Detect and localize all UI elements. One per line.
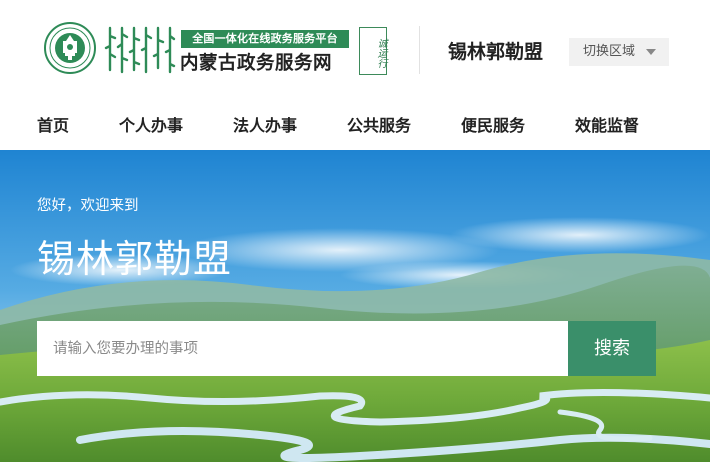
integrity-seal: 诚运行 (359, 27, 387, 75)
hero-banner: 您好，欢迎来到 锡林郭勒盟 搜索 (0, 150, 710, 462)
switch-region-button[interactable]: 切换区域 (569, 38, 669, 66)
header-divider (419, 26, 420, 74)
platform-tagline: 全国一体化在线政务服务平台 (181, 30, 349, 48)
nav-item-personal-affairs[interactable]: 个人办事 (119, 100, 183, 150)
emblem-icon[interactable] (44, 22, 96, 74)
nav-item-supervision[interactable]: 效能监督 (575, 100, 639, 150)
switch-region-label: 切换区域 (583, 44, 636, 59)
nav-item-home[interactable]: 首页 (37, 100, 69, 150)
search-button[interactable]: 搜索 (568, 321, 656, 376)
site-name[interactable]: 内蒙古政务服务网 (180, 52, 355, 76)
main-nav: 首页 个人办事 法人办事 公共服务 便民服务 效能监督 (0, 100, 710, 150)
search-input[interactable] (37, 321, 568, 376)
nav-item-legal-affairs[interactable]: 法人办事 (233, 100, 297, 150)
nav-item-convenience[interactable]: 便民服务 (461, 100, 525, 150)
nav-item-public-services[interactable]: 公共服务 (347, 100, 411, 150)
caret-down-icon (646, 49, 656, 55)
hero-greeting: 您好，欢迎来到 (37, 198, 139, 214)
seal-text: 诚运行 (375, 38, 386, 68)
mongolian-script-icon (104, 26, 176, 74)
region-name: 锡林郭勒盟 (448, 41, 544, 63)
site-header: 全国一体化在线政务服务平台 内蒙古政务服务网 诚运行 锡林郭勒盟 切换区域 (0, 0, 710, 100)
hero-title: 锡林郭勒盟 (37, 237, 233, 281)
